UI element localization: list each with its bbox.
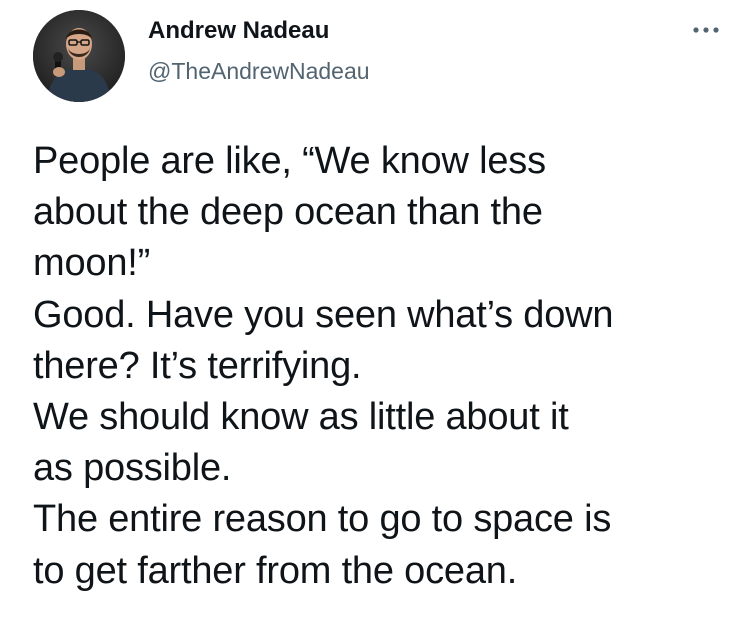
more-options-button[interactable] xyxy=(686,20,726,40)
tweet-text-line: People are like, “We know less xyxy=(33,140,546,182)
tweet-text-line: about the deep ocean than the xyxy=(33,191,543,234)
tweet-text-line: there? It’s terrifying. xyxy=(33,344,362,387)
author-display-name[interactable]: Andrew Nadeau xyxy=(148,16,329,46)
author-avatar[interactable] xyxy=(33,10,125,102)
avatar-photo-icon xyxy=(33,10,125,102)
tweet-text-line: moon!” xyxy=(33,242,151,285)
tweet-text-line: as possible. xyxy=(33,447,232,490)
tweet-text-line: to get farther from the ocean. xyxy=(33,549,518,592)
tweet-text: People are like, “We know less about the… xyxy=(33,136,733,597)
tweet-card: Andrew Nadeau @TheAndrewNadeau People ar… xyxy=(0,0,750,620)
tweet-text-line: We should know as little about it xyxy=(33,396,569,439)
tweet-text-line: Good. Have you seen what’s down xyxy=(33,293,614,336)
tweet-text-line: The entire reason to go to space is xyxy=(33,498,612,541)
author-handle[interactable]: @TheAndrewNadeau xyxy=(148,57,370,85)
more-options-icon xyxy=(693,27,719,33)
